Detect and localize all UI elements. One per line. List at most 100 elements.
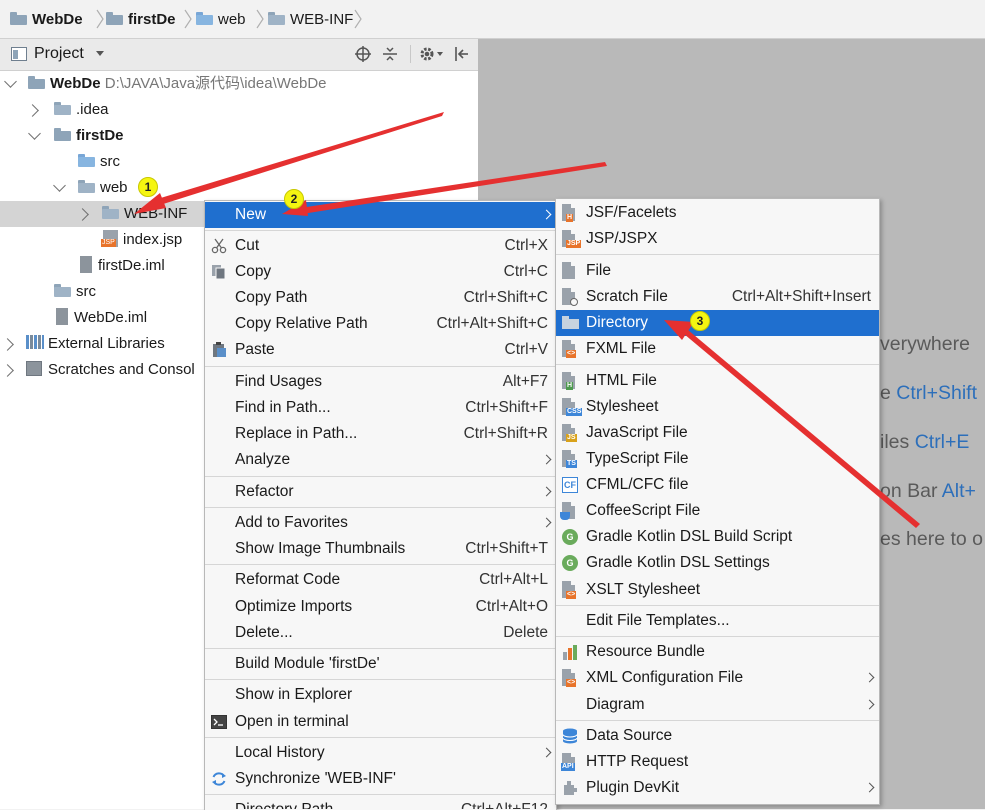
menu-separator [205, 507, 556, 508]
hint-navigation-bar: on Bar Alt+ [880, 480, 976, 502]
menu-item-local-history[interactable]: Local History [205, 740, 556, 766]
menu-separator [205, 679, 556, 680]
submenu-item-coffeescript-file[interactable]: CoffeeScript File [556, 498, 879, 524]
tree-item-webinf[interactable]: WEB-INF [0, 201, 205, 227]
menu-item-directory-path[interactable]: Directory PathCtrl+Alt+F12 [205, 797, 556, 809]
submenu-item-xslt-stylesheet[interactable]: <> XSLT Stylesheet [556, 577, 879, 603]
menu-item-refactor[interactable]: Refactor [205, 479, 556, 505]
chevron-down-icon[interactable] [53, 179, 66, 192]
menu-item-build-module[interactable]: Build Module 'firstDe' [205, 651, 556, 677]
menu-separator [205, 476, 556, 477]
iml-file-icon [80, 256, 92, 273]
breadcrumb-item-firstde[interactable]: firstDe [106, 9, 176, 31]
menu-item-replace-in-path[interactable]: Replace in Path... Ctrl+Shift+R [205, 421, 556, 447]
html-file-icon: H [562, 372, 575, 390]
tree-item-src[interactable]: src [0, 149, 478, 175]
hint-drop-files: es here to o [880, 528, 983, 550]
library-icon [26, 335, 44, 349]
submenu-item-gradle-kotlin-build[interactable]: G Gradle Kotlin DSL Build Script [556, 524, 879, 550]
submenu-item-xml-configuration-file[interactable]: <> XML Configuration File [556, 665, 879, 691]
folder-icon [268, 12, 285, 25]
submenu-item-http-request[interactable]: API HTTP Request [556, 749, 879, 775]
menu-item-delete[interactable]: Delete... Delete [205, 620, 556, 646]
project-view-selector[interactable]: Project [34, 44, 105, 64]
menu-item-copy[interactable]: Copy Ctrl+C [205, 259, 556, 285]
chevron-down-icon[interactable] [28, 127, 41, 140]
chevron-down-icon[interactable] [4, 75, 17, 88]
hide-panel-icon[interactable] [455, 46, 469, 62]
submenu-item-jsp-jspx[interactable]: JSP JSP/JSPX [556, 226, 879, 252]
submenu-item-scratch-file[interactable]: Scratch File Ctrl+Alt+Shift+Insert [556, 284, 879, 310]
submenu-item-typescript-file[interactable]: TS TypeScript File [556, 446, 879, 472]
menu-item-find-usages[interactable]: Find Usages Alt+F7 [205, 369, 556, 395]
tree-item-firstde[interactable]: firstDe [0, 123, 478, 149]
breadcrumb-item-web[interactable]: web [196, 9, 246, 31]
tree-item-webde[interactable]: WebDe D:\JAVA\Java源代码\idea\WebDe [0, 71, 478, 97]
submenu-arrow-icon [541, 486, 552, 497]
folder-icon [54, 284, 71, 297]
menu-separator [556, 636, 879, 637]
project-toolbar: Project [0, 39, 478, 71]
menu-item-add-to-favorites[interactable]: Add to Favorites [205, 510, 556, 536]
submenu-item-file[interactable]: File [556, 258, 879, 284]
coffeescript-file-icon [560, 502, 575, 520]
new-submenu: H JSF/Facelets JSP JSP/JSPX File Scratch F… [555, 198, 880, 805]
chevron-right-icon[interactable] [1, 364, 14, 377]
menu-item-find-in-path[interactable]: Find in Path... Ctrl+Shift+F [205, 395, 556, 421]
js-file-icon: JS [562, 424, 577, 442]
submenu-item-resource-bundle[interactable]: Resource Bundle [556, 639, 879, 665]
menu-item-analyze[interactable]: Analyze [205, 447, 556, 473]
submenu-arrow-icon [541, 454, 552, 465]
tree-item-idea[interactable]: .idea [0, 97, 478, 123]
gear-dropdown-arrow-icon [437, 52, 443, 56]
chevron-right-icon [256, 8, 264, 30]
menu-item-new[interactable]: New [205, 202, 556, 228]
menu-item-copy-path[interactable]: Copy Path Ctrl+Shift+C [205, 285, 556, 311]
submenu-item-plugin-devkit[interactable]: Plugin DevKit [556, 775, 879, 801]
folder-icon [102, 206, 119, 219]
menu-item-synchronize[interactable]: Synchronize 'WEB-INF' [205, 766, 556, 792]
locate-icon[interactable] [355, 46, 371, 62]
submenu-item-jsf-facelets[interactable]: H JSF/Facelets [556, 200, 879, 226]
breadcrumb-item-webde[interactable]: WebDe [10, 9, 83, 31]
submenu-item-data-source[interactable]: Data Source [556, 723, 879, 749]
submenu-item-directory[interactable]: Directory [556, 310, 879, 336]
chevron-right-icon[interactable] [1, 338, 14, 351]
tree-item-scratches[interactable]: Scratches and Consol [0, 357, 205, 383]
chevron-right-icon[interactable] [76, 208, 89, 221]
tree-item-web[interactable]: web [0, 175, 478, 201]
collapse-all-icon[interactable] [383, 46, 397, 62]
menu-item-reformat-code[interactable]: Reformat Code Ctrl+Alt+L [205, 567, 556, 593]
gear-icon[interactable] [419, 46, 435, 62]
submenu-item-cfml-cfc-file[interactable]: CF CFML/CFC file [556, 472, 879, 498]
menu-item-show-image-thumbnails[interactable]: Show Image Thumbnails Ctrl+Shift+T [205, 536, 556, 562]
submenu-item-edit-file-templates[interactable]: Edit File Templates... [556, 608, 879, 634]
menu-item-cut[interactable]: Cut Ctrl+X [205, 233, 556, 259]
module-folder-icon [106, 12, 123, 25]
chevron-right-icon[interactable] [26, 104, 39, 117]
menu-item-optimize-imports[interactable]: Optimize Imports Ctrl+Alt+O [205, 594, 556, 620]
submenu-item-diagram[interactable]: Diagram [556, 692, 879, 718]
submenu-arrow-icon [541, 209, 552, 220]
jsp-file-icon: JSP [562, 230, 582, 248]
submenu-item-fxml-file[interactable]: <> FXML File [556, 336, 879, 362]
module-folder-icon [10, 12, 27, 25]
toolbar-divider [410, 45, 411, 63]
folder-icon [54, 102, 71, 115]
submenu-item-gradle-kotlin-settings[interactable]: G Gradle Kotlin DSL Settings [556, 550, 879, 576]
terminal-icon [211, 714, 227, 730]
copy-icon [211, 264, 227, 280]
submenu-item-html-file[interactable]: H HTML File [556, 368, 879, 394]
menu-item-show-in-explorer[interactable]: Show in Explorer [205, 682, 556, 708]
menu-item-open-in-terminal[interactable]: Open in terminal [205, 709, 556, 735]
menu-item-paste[interactable]: Paste Ctrl+V [205, 337, 556, 363]
submenu-item-javascript-file[interactable]: JS JavaScript File [556, 420, 879, 446]
menu-item-copy-relative-path[interactable]: Copy Relative Path Ctrl+Alt+Shift+C [205, 311, 556, 337]
resource-bundle-icon [562, 644, 578, 660]
hint-go-to-file: e Ctrl+Shift [880, 382, 977, 404]
breadcrumb-item-webinf[interactable]: WEB-INF [268, 9, 353, 31]
submenu-item-stylesheet[interactable]: CSS Stylesheet [556, 394, 879, 420]
submenu-arrow-icon [864, 699, 875, 710]
paste-icon [211, 342, 227, 358]
annotation-marker-3: 3 [690, 311, 710, 331]
